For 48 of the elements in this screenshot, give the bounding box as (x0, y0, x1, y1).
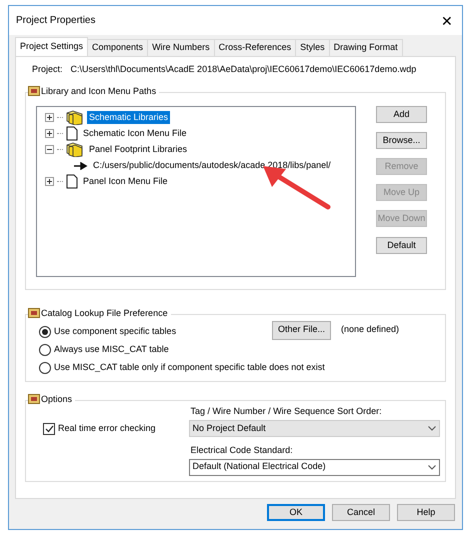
group-title: Options (41, 392, 72, 406)
folder-stack-icon (66, 110, 84, 125)
dialog-button[interactable]: Help (397, 504, 455, 521)
group-icon (28, 308, 40, 318)
expand-icon[interactable] (45, 129, 54, 138)
expand-icon[interactable] (45, 177, 54, 186)
radio-button[interactable] (39, 344, 51, 356)
dropdown[interactable]: Default (National Electrical Code) (188, 458, 440, 476)
document-icon (66, 126, 78, 141)
expand-icon[interactable] (45, 113, 54, 122)
collapse-icon[interactable] (45, 145, 54, 154)
field-label: Electrical Code Standard: (190, 444, 294, 457)
checkbox-label: Real time error checking (58, 422, 156, 435)
project-path: C:\Users\thl\Documents\AcadE 2018\AeData\proj\IEC60617demo\IEC60617demo.wdp (70, 63, 416, 76)
right-arrow-icon (74, 162, 88, 170)
group-icon (28, 394, 40, 404)
radio-button[interactable] (39, 326, 51, 338)
project-label: Project: (32, 63, 63, 76)
tree-item[interactable]: C:/users/public/documents/autodesk/acade 2018/libs/panel/ (91, 158, 333, 172)
tree-item[interactable]: Panel Footprint Libraries (87, 142, 190, 156)
tree-item[interactable]: Panel Icon Menu File (81, 174, 170, 188)
window-title: Project Properties (16, 14, 96, 28)
dialog-button[interactable]: Default (376, 236, 427, 254)
chevron-down-icon (428, 464, 436, 470)
file-status: (none defined) (341, 323, 400, 336)
field-label: Tag / Wire Number / Wire Sequence Sort Order: (190, 404, 383, 418)
checkmark-icon (44, 424, 54, 432)
chevron-down-icon (428, 426, 436, 431)
dialog-button[interactable]: Add (376, 106, 427, 122)
tree-item[interactable]: Schematic Icon Menu File (81, 126, 189, 140)
radio-label: Use MISC_CAT table only if component specific table does not exist (54, 360, 325, 374)
tree-item[interactable]: Schematic Libraries (87, 110, 170, 124)
group-title: Library and Icon Menu Paths (41, 84, 156, 98)
radio-label: Use component specific tables (54, 324, 176, 338)
dialog-button[interactable]: OK (267, 504, 325, 521)
radio-button[interactable] (39, 362, 51, 374)
radio-label: Always use MISC_CAT table (54, 342, 169, 356)
tab[interactable]: Project Settings (15, 37, 88, 56)
tab[interactable]: Drawing Format (328, 39, 403, 56)
dialog-button[interactable]: Cancel (332, 504, 390, 521)
folder-stack-icon (66, 142, 84, 157)
checkbox[interactable] (43, 422, 55, 434)
group-icon (28, 86, 40, 96)
dialog-button[interactable]: Browse... (376, 132, 427, 148)
document-icon (66, 174, 78, 189)
group-title: Catalog Lookup File Preference (41, 306, 168, 320)
other-file-button[interactable]: Other File... (272, 320, 331, 340)
close-button[interactable]: ✕ (439, 14, 455, 28)
